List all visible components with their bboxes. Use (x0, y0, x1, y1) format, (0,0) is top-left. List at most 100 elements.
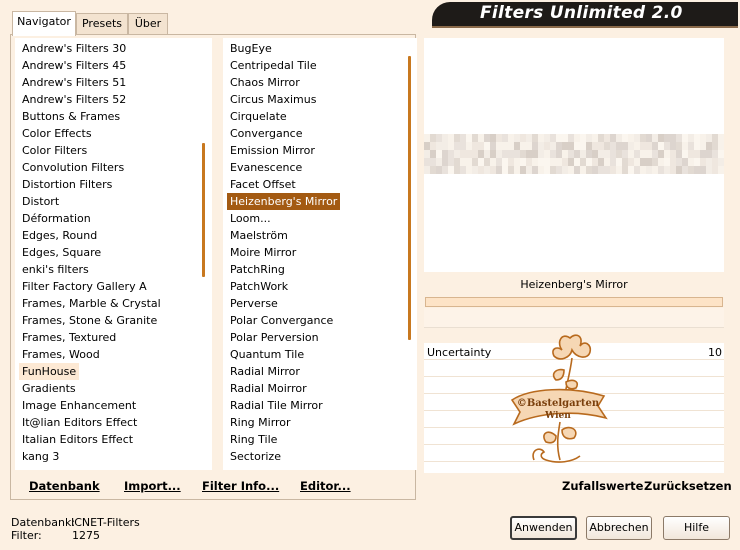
tab-navigator[interactable]: Navigator (12, 11, 76, 36)
preview-pixel (604, 134, 610, 142)
tab-uber[interactable]: Über (128, 13, 168, 34)
category-list-item[interactable]: Déformation (19, 210, 94, 227)
filter-list-item[interactable]: Maelström (227, 227, 291, 244)
category-list-item[interactable]: Andrew's Filters 30 (19, 40, 129, 57)
filter-list-item[interactable]: Quantum Tile (227, 346, 307, 363)
preview-pixel (436, 134, 442, 142)
database-button[interactable]: Datenbank (29, 479, 100, 495)
preview-pixel (430, 166, 436, 174)
editor-button[interactable]: Editor... (300, 479, 351, 495)
filter-scrollbar[interactable] (408, 56, 411, 340)
watermark-line1: ©Bastelgarten (517, 398, 600, 409)
category-list-item[interactable]: Italian Editors Effect (19, 431, 136, 448)
filter-list-item[interactable]: Centripedal Tile (227, 57, 320, 74)
preview-pixel (556, 134, 562, 142)
category-list-item[interactable]: Frames, Textured (19, 329, 119, 346)
filter-list-item[interactable]: Radial Mirror (227, 363, 303, 380)
category-list-item[interactable]: Frames, Marble & Crystal (19, 295, 164, 312)
filter-list-item[interactable]: BugEye (227, 40, 275, 57)
filter-list-item[interactable]: Radial Tile Mirror (227, 397, 326, 414)
preview-pixel (508, 158, 514, 166)
filter-list-item[interactable]: Circus Maximus (227, 91, 319, 108)
preview-pixel (472, 150, 478, 158)
preview-pixel (520, 150, 526, 158)
filter-list-item[interactable]: Convergance (227, 125, 306, 142)
preview-pixel (592, 134, 598, 142)
cancel-button[interactable]: Abbrechen (586, 516, 652, 540)
tab-presets[interactable]: Presets (76, 13, 128, 34)
category-list-item[interactable]: Gradients (19, 380, 79, 397)
filter-list-item[interactable]: Loom... (227, 210, 274, 227)
filter-list-item[interactable]: PatchWork (227, 278, 291, 295)
preview-pixel (454, 134, 460, 142)
preview-pixel (562, 142, 568, 150)
preview-pixel (712, 150, 718, 158)
category-list[interactable]: Andrew's Filters 30 Andrew's Filters 45 An… (15, 38, 212, 470)
preview-pixel (442, 158, 448, 166)
category-list-item[interactable]: It@lian Editors Effect (19, 414, 140, 431)
preview-pixel (562, 166, 568, 174)
filter-list-item[interactable]: Heizenberg's Mirror (227, 193, 341, 210)
filter-list-item[interactable]: Polar Perversion (227, 329, 322, 346)
category-list-item[interactable]: enki's filters (19, 261, 92, 278)
category-list-item[interactable]: kang 3 (19, 448, 62, 465)
preview-pixel (484, 134, 490, 142)
category-list-item[interactable]: Buttons & Frames (19, 108, 123, 125)
category-list-item[interactable]: Distortion Filters (19, 176, 115, 193)
preview-pixel (466, 134, 472, 142)
category-list-item[interactable]: Edges, Round (19, 227, 100, 244)
category-list-item[interactable]: Distort (19, 193, 62, 210)
preview-pixel (454, 142, 460, 150)
filter-list-item[interactable]: Perverse (227, 295, 281, 312)
filter-list-item[interactable]: Radial Moirror (227, 380, 310, 397)
filter-list-item[interactable]: Evanescence (227, 159, 305, 176)
category-list-item[interactable]: Edges, Square (19, 244, 104, 261)
preview-pixel (664, 142, 670, 150)
category-list-item[interactable]: Andrew's Filters 45 (19, 57, 129, 74)
preview-pixel (616, 158, 622, 166)
filter-list-item[interactable]: Emission Mirror (227, 142, 318, 159)
preview-pixel (688, 158, 694, 166)
preview-pixel (526, 142, 532, 150)
category-list-item[interactable]: FunHouse (19, 363, 80, 380)
category-list-item[interactable]: Convolution Filters (19, 159, 127, 176)
filter-list-item[interactable]: Polar Convergance (227, 312, 336, 329)
category-list-item[interactable]: Andrew's Filters 51 (19, 74, 129, 91)
preview-pixel (514, 150, 520, 158)
filter-list-item[interactable]: Facet Offset (227, 176, 299, 193)
filter-list-item[interactable]: Chaos Mirror (227, 74, 303, 91)
preview-pixel (532, 150, 538, 158)
category-scrollbar[interactable] (202, 143, 205, 277)
preview-pixel (484, 166, 490, 174)
category-list-item[interactable]: Andrew's Filters 52 (19, 91, 129, 108)
category-list-item[interactable]: Filter Factory Gallery A (19, 278, 150, 295)
preview-pixel (580, 134, 586, 142)
filter-list-item[interactable]: Ring Mirror (227, 414, 294, 431)
preview-pixel (628, 166, 634, 174)
filter-list-item[interactable]: Ring Tile (227, 431, 280, 448)
help-button[interactable]: Hilfe (663, 516, 730, 540)
reset-button[interactable]: Zurücksetzen (644, 479, 732, 493)
category-list-item[interactable]: Frames, Stone & Granite (19, 312, 160, 329)
filter-list-item[interactable]: PatchRing (227, 261, 288, 278)
preview-pixel (700, 166, 706, 174)
import-button[interactable]: Import... (124, 479, 181, 495)
preview-pixel (484, 150, 490, 158)
apply-button[interactable]: Anwenden (510, 516, 577, 540)
filter-list[interactable]: BugEye Centripedal Tile Chaos Mirror Circus… (223, 38, 417, 470)
filter-list-item[interactable]: Cirquelate (227, 108, 290, 125)
preview-pixel (430, 134, 436, 142)
preview-pixel (706, 158, 712, 166)
preview-pixel (610, 150, 616, 158)
filter-info-button[interactable]: Filter Info... (202, 479, 279, 495)
param-value[interactable]: 10 (708, 346, 722, 359)
filter-list-item[interactable]: Sectorize (227, 448, 284, 465)
preview-pixel (466, 150, 472, 158)
category-list-item[interactable]: Image Enhancement (19, 397, 139, 414)
random-values-button[interactable]: Zufallswerte (562, 479, 643, 493)
category-list-item[interactable]: Color Effects (19, 125, 95, 142)
category-list-item[interactable]: Color Filters (19, 142, 90, 159)
category-list-item[interactable]: Frames, Wood (19, 346, 103, 363)
preview-pixel (454, 150, 460, 158)
filter-list-item[interactable]: Moire Mirror (227, 244, 299, 261)
